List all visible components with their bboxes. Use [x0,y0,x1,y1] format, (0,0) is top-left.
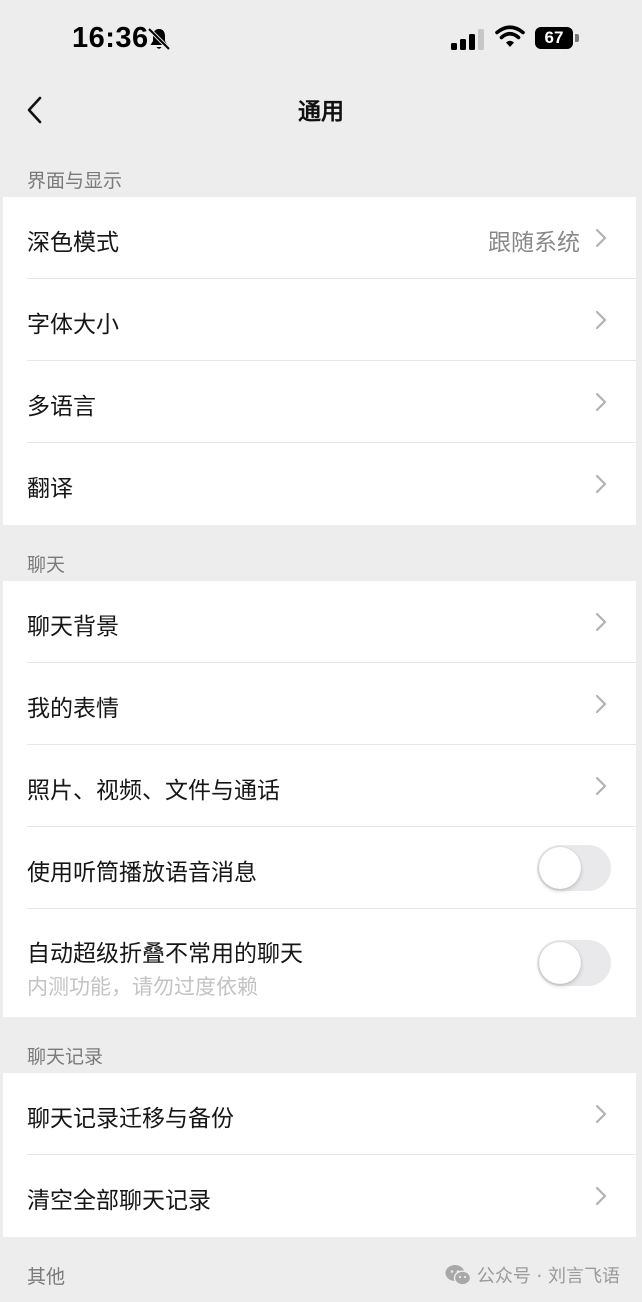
toggle-knob [539,942,581,984]
row-chat-background[interactable]: 聊天背景 [3,581,636,663]
row-clear-history[interactable]: 清空全部聊天记录 [3,1155,636,1237]
row-earpiece-voice: 使用听筒播放语音消息 [3,827,636,909]
wechat-icon [445,1265,471,1286]
bell-slash-icon [147,27,171,51]
chevron-right-icon [595,1104,607,1124]
group-chat-history: 聊天记录迁移与备份 清空全部聊天记录 [3,1073,636,1237]
row-label: 清空全部聊天记录 [27,1188,211,1214]
row-my-stickers[interactable]: 我的表情 [3,663,636,745]
row-dark-mode[interactable]: 深色模式 跟随系统 [3,197,636,279]
chevron-right-icon [595,228,607,248]
section-header-chat-history: 聊天记录 [27,1046,104,1068]
watermark: 公众号 · 刘言飞语 [445,1262,620,1288]
nav-bar: 通用 [0,80,642,140]
chevron-right-icon [595,310,607,330]
row-label: 使用听筒播放语音消息 [27,860,257,886]
section-header-other: 其他 [27,1266,66,1288]
row-translate[interactable]: 翻译 [3,443,636,525]
row-font-size[interactable]: 字体大小 [3,279,636,361]
chevron-right-icon [595,612,607,632]
row-label: 多语言 [27,394,96,420]
group-chat: 聊天背景 我的表情 照片、视频、文件与通话 使用听筒播放语音消息 自动超级折叠不… [3,581,636,1017]
group-display: 深色模式 跟随系统 字体大小 多语言 翻译 [3,197,636,525]
chevron-right-icon [595,776,607,796]
page-title: 通用 [298,99,344,125]
chevron-right-icon [595,474,607,494]
settings-general-page: 16:36 67 通用 界面与显示 深色模式 跟随系统 字体大小 多语言 翻译 … [0,0,642,1302]
row-auto-fold-chats: 自动超级折叠不常用的聊天 内测功能，请勿过度依赖 [3,909,636,1017]
signal-icon [451,29,484,50]
battery-icon: 67 [535,27,573,49]
chevron-right-icon [595,1186,607,1206]
row-label: 聊天背景 [27,614,119,640]
section-header-chat: 聊天 [27,554,66,576]
row-label: 照片、视频、文件与通话 [27,778,280,804]
toggle-knob [539,847,581,889]
row-migrate-backup[interactable]: 聊天记录迁移与备份 [3,1073,636,1155]
row-label: 聊天记录迁移与备份 [27,1106,234,1132]
row-media-files-calls[interactable]: 照片、视频、文件与通话 [3,745,636,827]
chevron-right-icon [595,392,607,412]
status-bar: 16:36 67 [0,0,642,80]
row-label: 字体大小 [27,312,119,338]
earpiece-voice-toggle[interactable] [537,845,611,891]
chevron-right-icon [595,694,607,714]
row-sublabel: 内测功能，请勿过度依赖 [27,975,258,999]
status-time: 16:36 [72,22,149,54]
row-label: 深色模式 [27,230,119,256]
auto-fold-toggle[interactable] [537,940,611,986]
battery-cap [575,34,579,42]
wifi-icon [495,25,525,47]
row-language[interactable]: 多语言 [3,361,636,443]
row-label: 我的表情 [27,696,119,722]
row-label: 自动超级折叠不常用的聊天 [27,941,303,967]
section-header-display: 界面与显示 [27,170,123,192]
row-value: 跟随系统 [488,230,580,256]
watermark-text: 公众号 · 刘言飞语 [476,1266,620,1287]
row-label: 翻译 [27,476,73,502]
